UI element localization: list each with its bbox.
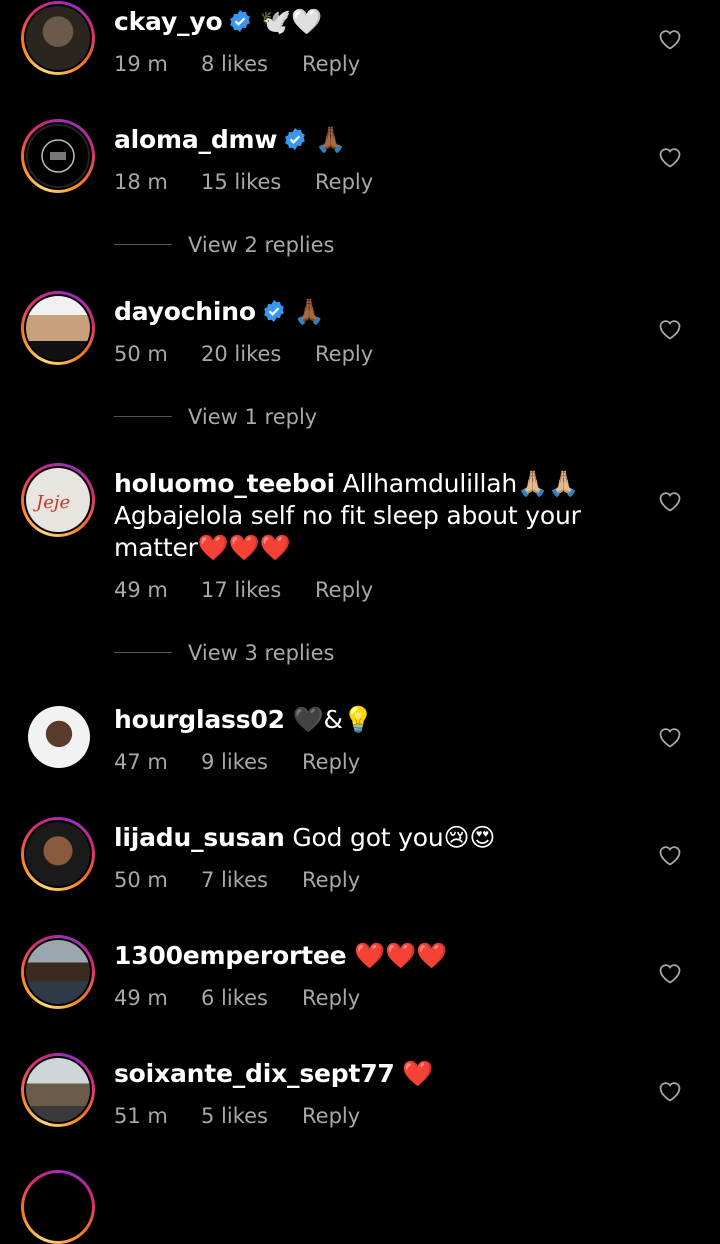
comment-username[interactable]: hourglass02	[114, 705, 285, 734]
avatar-story-ring[interactable]	[21, 291, 95, 365]
comment-username[interactable]: dayochino	[114, 297, 256, 326]
comment-username[interactable]: holuomo_teeboi	[114, 469, 335, 498]
comment-time: 51 m	[114, 1104, 168, 1128]
verified-badge-icon	[230, 10, 251, 32]
comment-likes[interactable]: 20 likes	[201, 339, 281, 369]
comment-time: 49 m	[114, 578, 168, 602]
view-replies-label[interactable]: View 2 replies	[188, 230, 335, 260]
avatar	[26, 124, 90, 188]
comment-likes[interactable]: 5 likes	[201, 1101, 268, 1131]
comment-text: 🙏🏾	[307, 125, 346, 154]
avatar	[28, 706, 90, 768]
verified-badge-icon	[285, 128, 306, 150]
comment-likes[interactable]: 8 likes	[201, 49, 268, 79]
heart-outline-icon[interactable]	[658, 146, 682, 168]
heart-outline-icon[interactable]	[658, 318, 682, 340]
reply-button[interactable]: Reply	[302, 865, 360, 895]
avatar	[26, 822, 90, 886]
heart-outline-icon[interactable]	[658, 28, 682, 50]
comment-text: God got you😢😍	[284, 823, 496, 852]
reply-button[interactable]: Reply	[315, 339, 373, 369]
avatar-story-ring[interactable]	[21, 817, 95, 891]
heart-outline-icon[interactable]	[658, 844, 682, 866]
avatar	[26, 1058, 90, 1122]
avatar	[26, 940, 90, 1004]
avatar-story-ring[interactable]	[21, 935, 95, 1009]
reply-button[interactable]: Reply	[302, 49, 360, 79]
reply-button[interactable]: Reply	[302, 1101, 360, 1131]
comment-time: 19 m	[114, 52, 168, 76]
reply-divider	[114, 652, 172, 653]
avatar-story-ring[interactable]	[21, 1170, 95, 1244]
svg-text:Jeje: Jeje	[32, 492, 70, 513]
avatar-story-ring[interactable]	[21, 1053, 95, 1127]
avatar: Jeje	[26, 468, 90, 532]
comment-text: ❤️❤️❤️	[346, 941, 447, 970]
comment-username[interactable]: soixante_dix_sept77	[114, 1059, 395, 1088]
avatar	[26, 296, 90, 360]
heart-outline-icon[interactable]	[658, 490, 682, 512]
reply-button[interactable]: Reply	[302, 983, 360, 1013]
avatar-story-ring[interactable]	[21, 1, 95, 75]
comment-time: 47 m	[114, 750, 168, 774]
verified-badge-icon	[263, 300, 284, 322]
comment-time: 50 m	[114, 342, 168, 366]
avatar	[26, 6, 90, 70]
heart-outline-icon[interactable]	[658, 726, 682, 748]
comment-time: 49 m	[114, 986, 168, 1010]
comment-username[interactable]: ckay_yo	[114, 7, 223, 36]
comment-likes[interactable]: 6 likes	[201, 983, 268, 1013]
reply-button[interactable]: Reply	[315, 167, 373, 197]
comment-username[interactable]: 1300emperortee	[114, 941, 347, 970]
comment-text: 🖤&💡	[284, 705, 374, 734]
comment-time: 50 m	[114, 868, 168, 892]
reply-divider	[114, 416, 172, 417]
comment-likes[interactable]: 15 likes	[201, 167, 281, 197]
comment-time: 18 m	[114, 170, 168, 194]
comment-text: 🙏🏾	[285, 297, 325, 326]
reply-divider	[114, 244, 172, 245]
comment-likes[interactable]: 17 likes	[201, 575, 281, 605]
view-replies-label[interactable]: View 1 reply	[188, 402, 317, 432]
comment-username[interactable]: lijadu_susan	[114, 823, 285, 852]
comment-likes[interactable]: 7 likes	[201, 865, 268, 895]
heart-outline-icon[interactable]	[658, 1080, 682, 1102]
view-replies-label[interactable]: View 3 replies	[188, 638, 335, 668]
comment-text: ❤️	[394, 1059, 434, 1088]
reply-button[interactable]: Reply	[315, 575, 373, 605]
comment-text: 🕊️🤍	[252, 7, 323, 36]
avatar-story-ring[interactable]	[21, 119, 95, 193]
comment-username[interactable]: aloma_dmw	[114, 125, 277, 154]
avatar-story-ring[interactable]: Jeje	[21, 463, 95, 537]
reply-button[interactable]: Reply	[302, 747, 360, 777]
heart-outline-icon[interactable]	[658, 962, 682, 984]
comment-likes[interactable]: 9 likes	[201, 747, 268, 777]
avatar-container[interactable]	[21, 699, 95, 773]
